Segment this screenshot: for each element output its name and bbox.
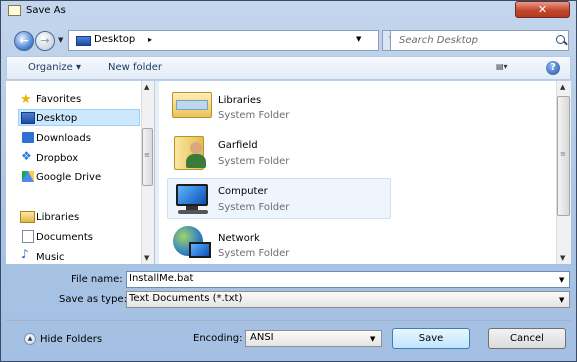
user-folder-icon (174, 132, 212, 172)
notepad-icon (8, 5, 21, 16)
save-type-value[interactable]: Text Documents (*.txt) (129, 293, 242, 304)
divider (6, 320, 571, 321)
sidebar-item-favorites[interactable]: Favorites (36, 94, 81, 105)
cancel-button[interactable]: Cancel (488, 328, 566, 349)
sidebar-scroll-down[interactable]: ▼ (144, 254, 149, 262)
libraries-icon (20, 211, 35, 223)
search-placeholder: Search Desktop (399, 35, 478, 46)
network-icon (173, 226, 213, 262)
close-button[interactable]: ✕ (515, 1, 570, 18)
desktop-folder-icon (76, 36, 91, 46)
documents-icon (22, 230, 34, 243)
sidebar-item-libraries[interactable]: Libraries (36, 212, 79, 223)
breadcrumb-chevron-icon[interactable]: ▸ (148, 35, 152, 44)
sidebar-scroll-up[interactable]: ▲ (144, 83, 149, 91)
address-location[interactable]: Desktop (94, 34, 135, 45)
sidebar-item-downloads[interactable]: Downloads (36, 133, 91, 144)
file-name-computer[interactable]: Computer (218, 186, 268, 197)
hide-folders-button[interactable]: Hide Folders (40, 334, 102, 345)
organize-button[interactable]: Organize ▾ (28, 62, 81, 73)
computer-icon (172, 182, 212, 216)
content-scroll-up[interactable]: ▲ (560, 83, 565, 91)
file-name-garfield[interactable]: Garfield (218, 140, 258, 151)
google-drive-icon (22, 171, 34, 182)
save-type-label: Save as type: (59, 294, 127, 305)
sidebar-item-google-drive[interactable]: Google Drive (36, 172, 101, 183)
command-toolbar (6, 56, 571, 80)
scroll-grip-icon: ≡ (144, 151, 150, 159)
libraries-folder-icon (172, 90, 212, 120)
file-type-computer: System Folder (218, 202, 290, 213)
new-folder-button[interactable]: New folder (108, 62, 162, 73)
chevron-down-icon[interactable]: ▼ (559, 276, 564, 284)
dropbox-icon: ❖ (21, 149, 32, 163)
downloads-icon (22, 132, 34, 143)
change-view-icon[interactable]: ▤▾ (496, 62, 509, 73)
sidebar-item-music[interactable]: Music (36, 252, 64, 263)
encoding-label: Encoding: (193, 333, 243, 344)
music-icon: ♪ (21, 247, 29, 261)
recent-locations-dropdown[interactable]: ▼ (58, 36, 63, 44)
file-type-garfield: System Folder (218, 156, 290, 167)
sidebar-item-desktop[interactable]: Desktop (36, 113, 77, 124)
desktop-icon (21, 112, 35, 124)
forward-button[interactable]: → (35, 31, 55, 51)
collapse-icon[interactable]: ▲ (24, 333, 36, 345)
help-icon[interactable]: ? (546, 61, 560, 75)
sidebar-item-documents[interactable]: Documents (36, 232, 93, 243)
content-scroll-down[interactable]: ▼ (560, 254, 565, 262)
file-name-libraries[interactable]: Libraries (218, 95, 261, 106)
sidebar-item-dropbox[interactable]: Dropbox (36, 153, 78, 164)
chevron-down-icon[interactable]: ▼ (370, 335, 375, 343)
window-title: Save As (26, 5, 66, 16)
file-name-network[interactable]: Network (218, 233, 260, 244)
encoding-value[interactable]: ANSI (250, 332, 274, 343)
file-type-libraries: System Folder (218, 110, 290, 121)
file-name-value[interactable]: InstallMe.bat (129, 273, 193, 284)
file-type-network: System Folder (218, 248, 290, 259)
back-button[interactable]: ← (14, 31, 34, 51)
save-button[interactable]: Save (392, 328, 470, 349)
search-icon[interactable] (556, 35, 565, 44)
chevron-down-icon[interactable]: ▼ (559, 296, 564, 304)
scroll-grip-icon: ≡ (560, 150, 566, 158)
star-icon: ★ (20, 92, 32, 107)
address-dropdown[interactable]: ▼ (356, 35, 361, 43)
file-name-label: File name: (71, 274, 123, 285)
